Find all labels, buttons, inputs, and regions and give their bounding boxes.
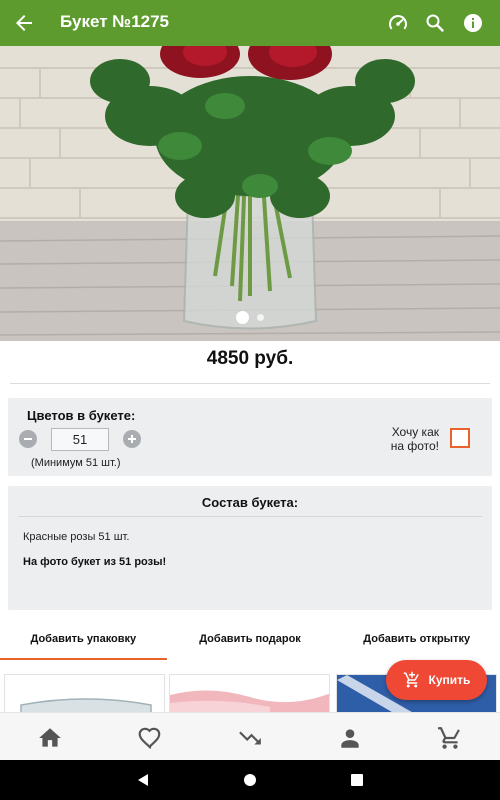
plus-icon xyxy=(128,435,136,443)
quantity-panel: Цветов в букете: 51 (Минимум 51 шт.) Хоч… xyxy=(8,398,492,476)
composition-items: Красные розы 51 шт. xyxy=(23,531,130,543)
page-title: Букет №1275 xyxy=(60,12,170,31)
gallery-pagination[interactable] xyxy=(0,311,500,324)
back-triangle-icon[interactable] xyxy=(135,772,151,788)
tab-packaging[interactable]: Добавить упаковку xyxy=(0,618,167,660)
like-photo-line-2: на фото! xyxy=(390,439,439,453)
addon-image xyxy=(20,698,152,712)
trending-down-icon[interactable] xyxy=(237,725,263,751)
tab-gift[interactable]: Добавить подарок xyxy=(167,618,334,660)
addon-card[interactable] xyxy=(4,674,165,712)
search-icon[interactable] xyxy=(423,11,447,35)
price-label: 4850 руб. xyxy=(206,348,294,369)
minimum-note: (Минимум 51 шт.) xyxy=(31,457,121,469)
addon-tabs: Добавить упаковку Добавить подарок Добав… xyxy=(0,618,500,660)
page-dot-1[interactable] xyxy=(236,311,249,324)
buy-button-label: Купить xyxy=(428,673,471,687)
recents-square-icon[interactable] xyxy=(349,772,365,788)
divider xyxy=(18,516,482,517)
composition-note: На фото букет из 51 розы! xyxy=(23,556,167,568)
quantity-label: Цветов в букете: xyxy=(27,408,136,423)
minus-icon xyxy=(24,438,32,440)
account-icon[interactable] xyxy=(337,725,363,751)
increase-button[interactable] xyxy=(123,430,141,448)
favorite-icon[interactable] xyxy=(137,725,163,751)
info-icon[interactable] xyxy=(461,11,485,35)
arrow-left-icon[interactable] xyxy=(12,11,36,35)
decrease-button[interactable] xyxy=(19,430,37,448)
cart-icon[interactable] xyxy=(437,725,463,751)
bouquet-image xyxy=(0,46,500,341)
divider xyxy=(10,383,490,384)
app-bar: Букет №1275 xyxy=(0,0,500,46)
tab-card[interactable]: Добавить открытку xyxy=(333,618,500,660)
addon-card[interactable] xyxy=(169,674,330,712)
bottom-navigation xyxy=(0,712,500,760)
addon-image xyxy=(170,690,329,712)
home-circle-icon[interactable] xyxy=(242,772,258,788)
like-photo-line-1: Хочу как xyxy=(391,425,439,439)
quantity-input[interactable]: 51 xyxy=(51,428,109,451)
add-to-cart-icon xyxy=(403,671,419,688)
like-photo-label: Хочу как на фото! xyxy=(319,425,439,453)
home-icon[interactable] xyxy=(37,725,63,751)
composition-title: Состав букета: xyxy=(201,495,299,510)
page-dot-2[interactable] xyxy=(257,314,264,321)
buy-button[interactable]: Купить xyxy=(386,660,487,700)
speedometer-icon[interactable] xyxy=(386,11,410,35)
system-navigation-bar xyxy=(0,760,500,800)
like-photo-checkbox[interactable] xyxy=(450,428,470,448)
composition-panel: Состав букета: Красные розы 51 шт. На фо… xyxy=(8,486,492,610)
bouquet-photo[interactable] xyxy=(0,46,500,341)
